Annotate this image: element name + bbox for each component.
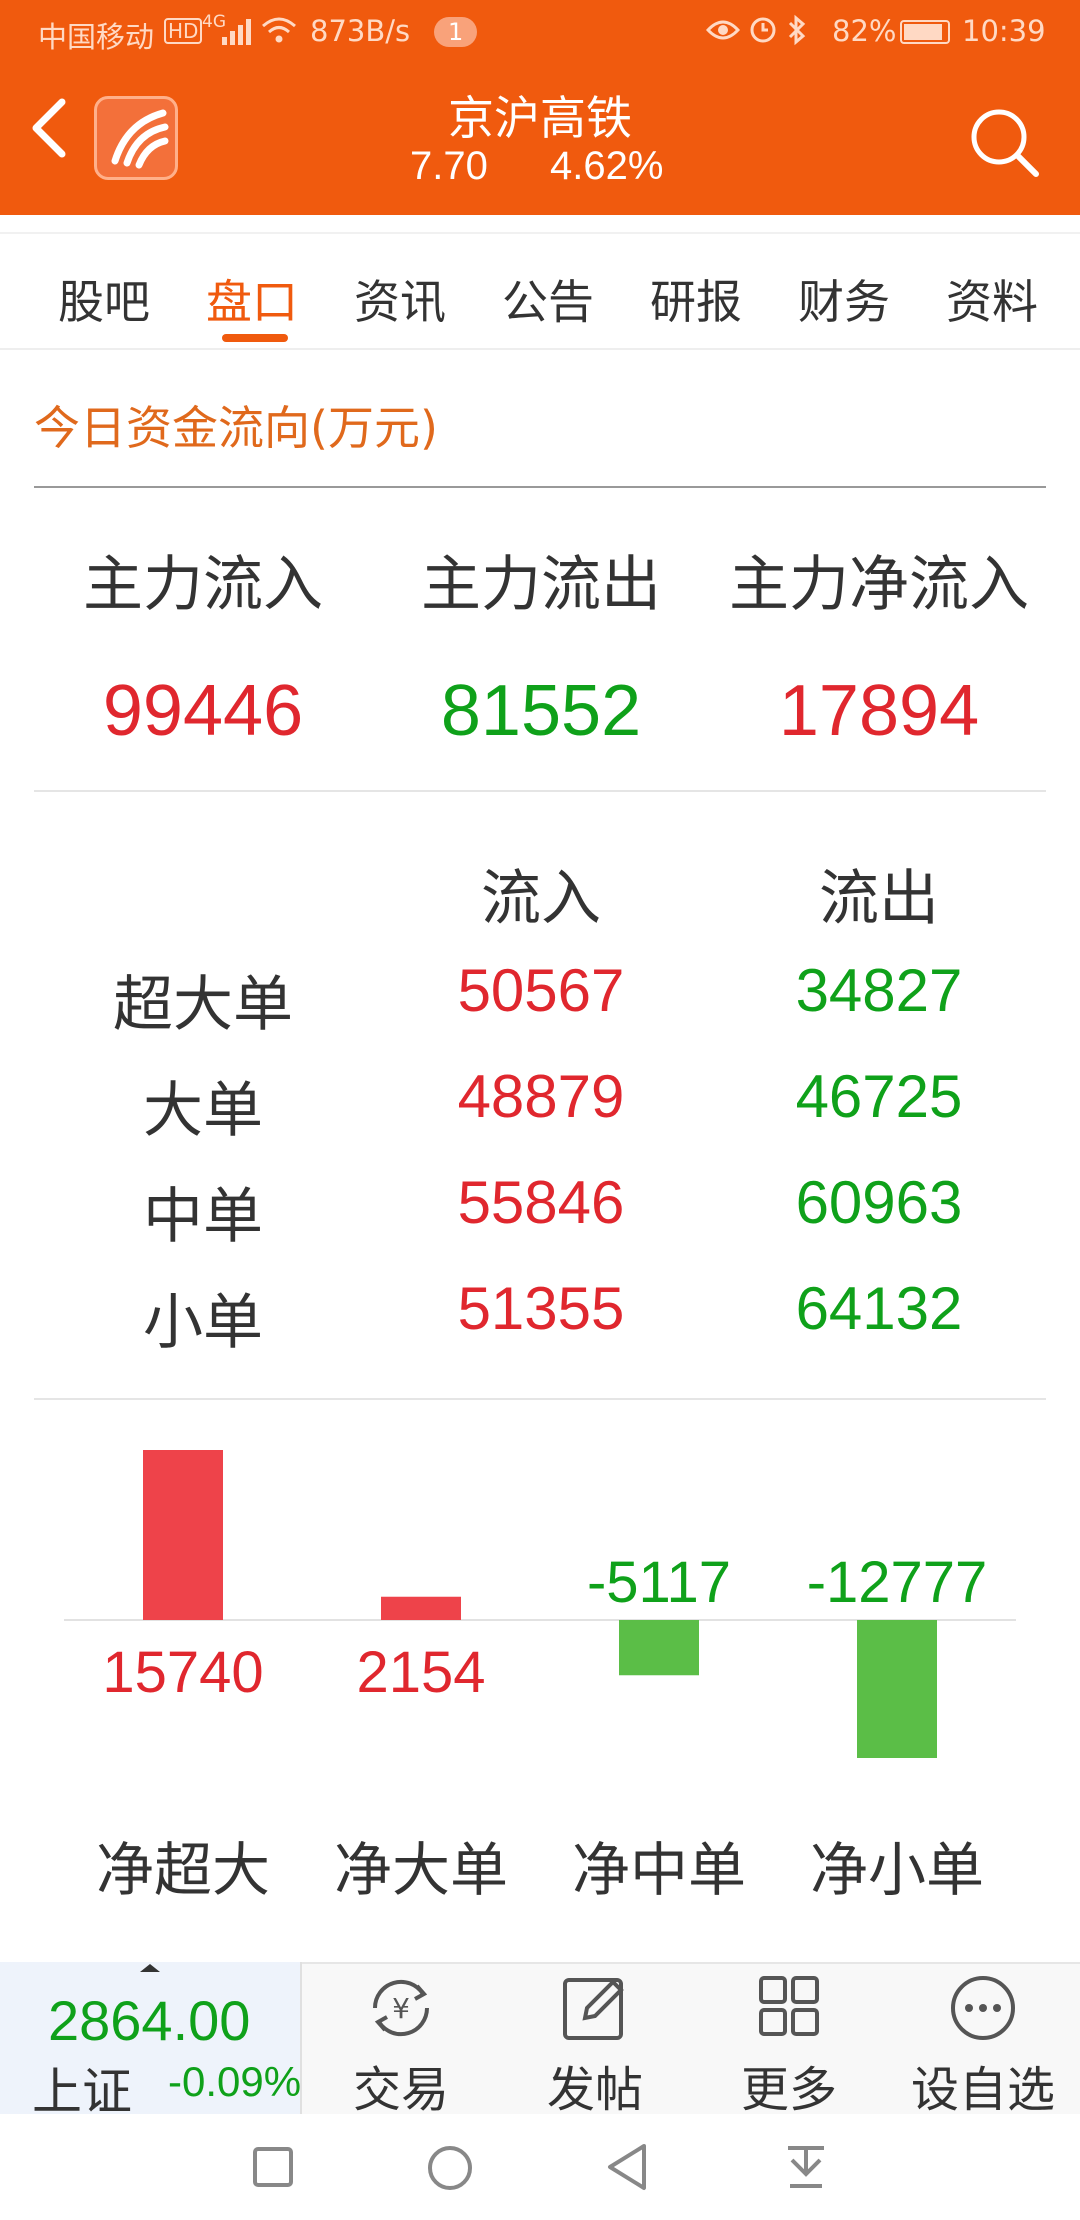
divider <box>34 486 1046 488</box>
tab-announcements[interactable]: 公告 <box>502 266 594 332</box>
index-change: -0.09% <box>168 2058 302 2105</box>
category-label: 净大单 <box>334 1836 508 1904</box>
small-outflow: 64132 <box>795 1275 963 1342</box>
column-header-outflow: 流出 <box>819 864 939 934</box>
category-label: 净中单 <box>572 1836 746 1904</box>
notification-badge: 1 <box>434 17 478 47</box>
signal-icon <box>222 18 252 52</box>
grid-icon <box>759 1976 819 2036</box>
column-header-inflow: 流入 <box>481 864 601 934</box>
system-nav-bar <box>0 2114 1080 2220</box>
back-nav-icon[interactable] <box>604 2142 650 2192</box>
tab-guba[interactable]: 股吧 <box>58 266 150 332</box>
divider <box>34 1398 1046 1400</box>
recent-apps-icon[interactable] <box>252 2146 294 2188</box>
active-tab-indicator <box>222 334 288 342</box>
main-net-inflow-label: 主力净流入 <box>729 550 1029 620</box>
expand-arrow-icon <box>140 1964 160 1972</box>
tab-profile[interactable]: 资料 <box>946 266 1038 332</box>
add-watchlist-label: 设自选 <box>910 2062 1055 2118</box>
bar-3 <box>857 1620 937 1758</box>
divider <box>34 790 1046 792</box>
tab-research[interactable]: 研报 <box>650 266 742 332</box>
tab-finance[interactable]: 财务 <box>798 266 890 332</box>
yen-refresh-icon: ¥ <box>372 1979 430 2037</box>
bar-2 <box>619 1620 699 1676</box>
post-button[interactable]: 发帖 <box>500 1972 690 2118</box>
super-large-inflow: 50567 <box>457 957 625 1024</box>
main-outflow-value: 81552 <box>440 671 642 751</box>
stock-name: 京沪高铁 <box>448 91 632 145</box>
post-label: 发帖 <box>546 2062 643 2118</box>
notification-pull-icon[interactable] <box>784 2144 828 2192</box>
bluetooth-icon <box>786 14 808 53</box>
status-bar: 中国移动 HD 4G 873B/s 1 82% 10:39 <box>0 0 1080 64</box>
section-title: 今日资金流向(万元) <box>34 401 438 455</box>
small-inflow: 51355 <box>457 1275 625 1342</box>
net-flow-chart-svg: 15740 净超大 2154 净大单 -5117 净中单 -12777 净小单 <box>64 1450 1016 1904</box>
bar-value-label: -5117 <box>587 1550 731 1615</box>
alarm-icon <box>748 14 778 51</box>
index-value: 2864.00 <box>48 1989 251 2052</box>
trade-label: 交易 <box>352 2062 449 2118</box>
more-button[interactable]: 更多 <box>694 1972 884 2118</box>
search-icon <box>971 109 1039 177</box>
edit-icon <box>563 1978 624 2040</box>
trade-button[interactable]: ¥ 交易 <box>306 1972 496 2118</box>
bar-value-label: 2154 <box>356 1640 485 1705</box>
bar-0 <box>143 1450 223 1620</box>
row-label-large: 大单 <box>143 1076 263 1146</box>
eye-icon <box>705 16 741 50</box>
main-inflow-value: 99446 <box>102 671 304 751</box>
stock-price: 7.70 <box>410 144 488 188</box>
category-label: 净超大 <box>96 1836 270 1904</box>
tab-bar: 股吧 盘口 资讯 公告 研报 财务 资料 <box>0 232 1080 350</box>
svg-text:¥: ¥ <box>392 1992 410 2025</box>
super-large-outflow: 34827 <box>795 957 963 1024</box>
wifi-icon <box>260 14 298 53</box>
net-flow-chart: 15740 净超大 2154 净大单 -5117 净中单 -12777 净小单 <box>64 1420 1016 1920</box>
row-label-medium: 中单 <box>143 1182 263 1252</box>
more-circle-icon <box>951 1976 1015 2040</box>
more-label: 更多 <box>740 2062 837 2118</box>
home-icon[interactable] <box>426 2144 474 2192</box>
clock: 10:39 <box>962 14 1046 48</box>
tab-news[interactable]: 资讯 <box>354 266 446 332</box>
main-net-inflow-value: 17894 <box>778 671 980 751</box>
large-inflow: 48879 <box>457 1063 625 1130</box>
bar-value-label: -12777 <box>807 1550 988 1615</box>
main-outflow-label: 主力流出 <box>421 550 661 620</box>
hd-badge: HD <box>164 18 203 44</box>
add-watchlist-button[interactable]: 设自选 <box>888 1972 1078 2118</box>
stock-change-pct: 4.62% <box>550 144 664 188</box>
battery-percent: 82% <box>832 14 897 48</box>
network-speed: 873B/s <box>310 14 411 48</box>
bar-value-label: 15740 <box>102 1640 263 1705</box>
search-button[interactable] <box>966 104 1042 180</box>
large-outflow: 46725 <box>795 1063 963 1130</box>
row-label-small: 小单 <box>143 1288 263 1358</box>
bar-1 <box>381 1596 461 1620</box>
main-inflow-label: 主力流入 <box>83 550 323 620</box>
tab-pankou[interactable]: 盘口 <box>206 266 298 332</box>
battery-icon <box>900 20 950 44</box>
medium-inflow: 55846 <box>457 1169 625 1236</box>
row-label-super-large: 超大单 <box>113 970 293 1040</box>
medium-outflow: 60963 <box>795 1169 963 1236</box>
carrier: 中国移动 <box>38 20 155 54</box>
category-label: 净小单 <box>810 1836 984 1904</box>
